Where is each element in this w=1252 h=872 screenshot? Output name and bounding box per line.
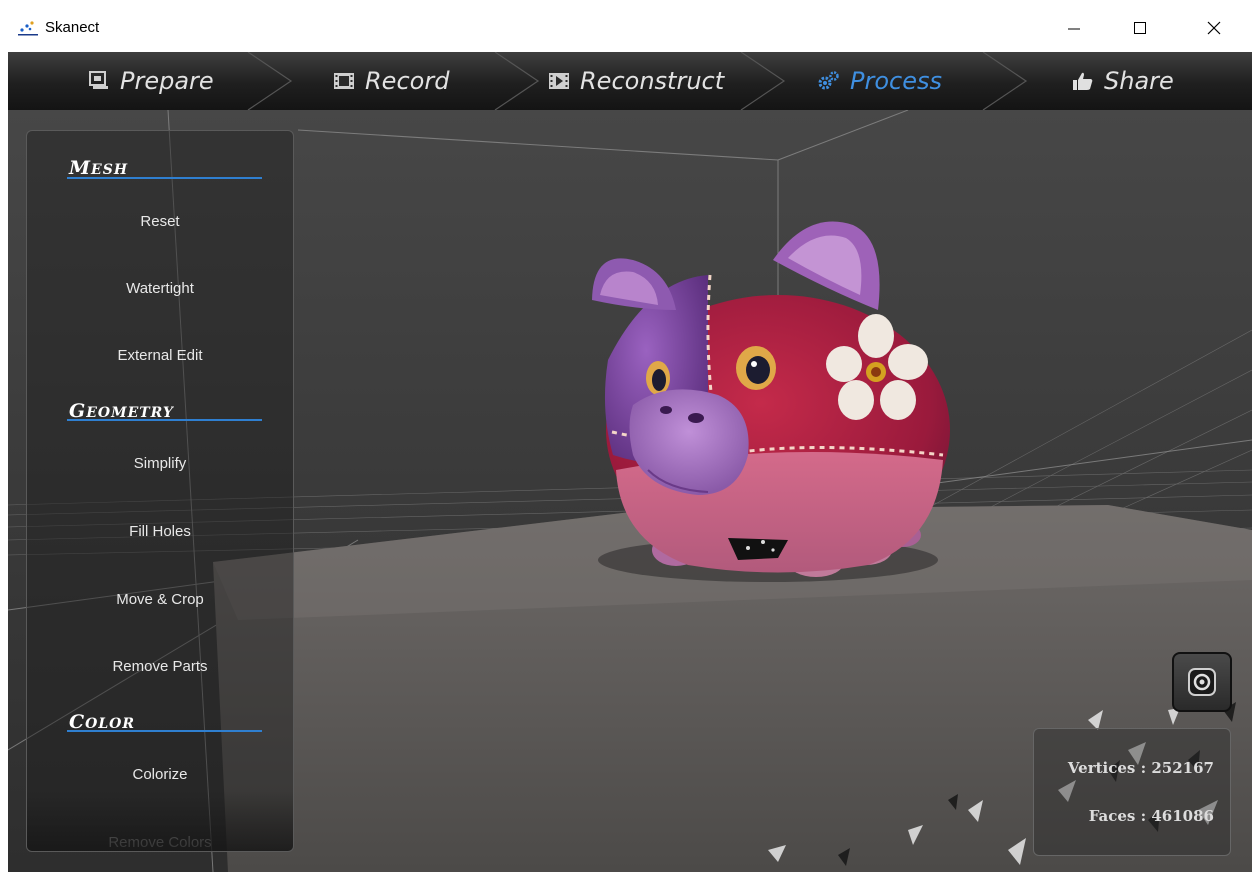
minimize-icon: [1068, 28, 1080, 30]
film-play-icon: [549, 73, 569, 89]
faces-value: 461086: [1151, 807, 1214, 825]
camera-reset-button[interactable]: [1172, 652, 1232, 712]
tab-label: Prepare: [120, 67, 214, 95]
external-edit-button[interactable]: External Edit: [27, 347, 293, 364]
section-divider: [67, 730, 262, 732]
tab-share[interactable]: Share: [1072, 52, 1174, 110]
section-divider: [67, 177, 262, 179]
mesh-stats-box: Vertices : 252167 Faces : 461086: [1033, 728, 1231, 856]
tab-label: Share: [1104, 67, 1174, 95]
section-title-mesh: MESH: [69, 157, 129, 179]
faces-stat: Faces : 461086: [1089, 807, 1214, 825]
film-icon: [334, 73, 354, 89]
skanect-logo-icon: [18, 20, 38, 36]
gears-icon: [818, 71, 839, 90]
tab-prepare[interactable]: Prepare: [88, 52, 214, 110]
thumbs-up-icon: [1073, 72, 1093, 90]
tab-process[interactable]: Process: [816, 52, 942, 110]
tab-label: Process: [850, 67, 942, 95]
tab-label: Reconstruct: [580, 67, 725, 95]
faces-label: Faces :: [1088, 807, 1147, 825]
fill-holes-button[interactable]: Fill Holes: [27, 523, 293, 540]
watertight-button[interactable]: Watertight: [27, 280, 293, 297]
vertices-label: Vertices :: [1067, 759, 1147, 777]
close-icon: [1207, 21, 1221, 35]
picture-frame-icon: [89, 71, 108, 89]
tab-reconstruct[interactable]: Reconstruct: [548, 52, 724, 110]
vertices-stat: Vertices : 252167: [1068, 759, 1214, 777]
move-crop-button[interactable]: Move & Crop: [27, 591, 293, 608]
minimize-button[interactable]: [1051, 10, 1097, 46]
window-title: Skanect: [45, 19, 100, 36]
colorize-button[interactable]: Colorize: [27, 766, 293, 783]
maximize-icon: [1134, 22, 1146, 34]
simplify-button[interactable]: Simplify: [27, 455, 293, 472]
tab-record[interactable]: Record: [333, 52, 449, 110]
process-tools-panel: MESH Reset Watertight External Edit GEOM…: [26, 130, 294, 852]
tab-label: Record: [365, 67, 450, 95]
workflow-nav: Prepare Record Reconstruct Process Share: [8, 52, 1252, 110]
section-divider: [67, 419, 262, 421]
maximize-button[interactable]: [1117, 10, 1163, 46]
remove-parts-button[interactable]: Remove Parts: [27, 658, 293, 675]
remove-colors-button[interactable]: Remove Colors: [27, 834, 293, 851]
title-bar: Skanect: [0, 0, 1252, 52]
vertices-value: 252167: [1151, 759, 1214, 777]
reset-button[interactable]: Reset: [27, 213, 293, 230]
camera-icon: [1188, 668, 1216, 696]
close-button[interactable]: [1191, 10, 1237, 46]
